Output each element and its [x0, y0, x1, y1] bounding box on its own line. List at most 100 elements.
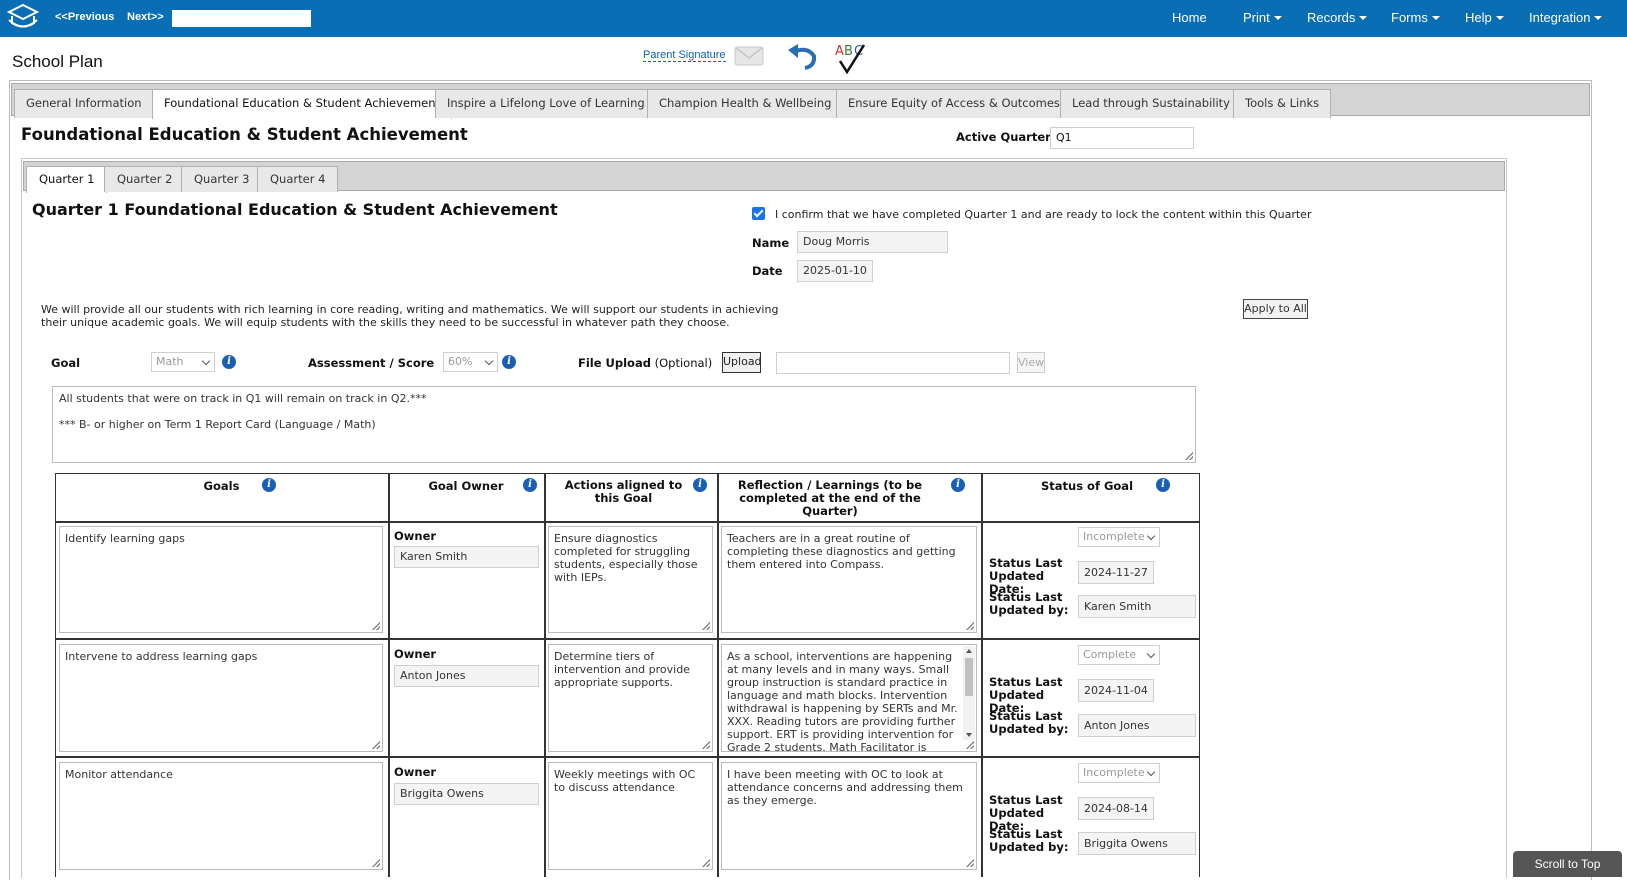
info-icon[interactable]: i [1156, 478, 1170, 492]
status-select[interactable]: Incomplete [1078, 763, 1160, 783]
actions-cell[interactable]: Determine tiers of intervention and prov… [548, 644, 713, 752]
table-divider [544, 473, 546, 877]
goal-select[interactable]: Math [151, 352, 215, 372]
confirm-checkbox[interactable] [752, 207, 765, 220]
chevron-down-icon [1594, 16, 1603, 20]
status-date-field[interactable]: 2024-11-27 [1078, 561, 1154, 584]
view-button[interactable]: View [1017, 352, 1045, 373]
tab-ensure-equity[interactable]: Ensure Equity of Access & Outcomes [836, 89, 1072, 118]
chevron-down-icon [484, 356, 494, 366]
previous-link[interactable]: <<Previous [55, 11, 114, 23]
quarter-title: Quarter 1 Foundational Education & Stude… [32, 200, 558, 219]
file-upload-label: File Upload (Optional) [578, 356, 713, 370]
scroll-up-icon[interactable] [966, 649, 972, 653]
status-by-field[interactable]: Anton Jones [1078, 714, 1196, 737]
scroll-thumb[interactable] [965, 658, 973, 696]
tab-quarter-2[interactable]: Quarter 2 [104, 166, 186, 192]
actions-cell[interactable]: Ensure diagnostics completed for struggl… [548, 526, 713, 633]
app-logo-icon[interactable] [6, 3, 40, 33]
upload-button[interactable]: Upload [722, 352, 762, 373]
date-field[interactable]: 2025-01-10 [797, 260, 873, 282]
scroll-down-icon[interactable] [966, 733, 972, 737]
status-by-field[interactable]: Briggita Owens [1078, 832, 1196, 855]
active-quarter-label: Active Quarter [956, 130, 1051, 144]
reflection-cell[interactable]: As a school, interventions are happening… [721, 644, 977, 752]
header-reflection: Reflection / Learnings (to be completed … [737, 478, 923, 518]
reflection-cell[interactable]: I have been meeting with OC to look at a… [721, 762, 977, 870]
tab-inspire-learning[interactable]: Inspire a Lifelong Love of Learning [435, 89, 657, 118]
record-search-input[interactable] [172, 10, 311, 27]
resize-handle-icon[interactable] [372, 859, 380, 867]
owner-label: Owner [394, 647, 437, 661]
confirm-text: I confirm that we have completed Quarter… [775, 208, 1312, 221]
menu-help[interactable]: Help [1465, 10, 1504, 25]
info-icon[interactable]: i [523, 478, 537, 492]
envelope-icon[interactable] [734, 45, 764, 67]
menu-records[interactable]: Records [1307, 10, 1368, 25]
tab-lead-sustainability[interactable]: Lead through Sustainability [1060, 89, 1242, 118]
info-icon[interactable]: i [222, 355, 236, 369]
file-name-field[interactable] [776, 352, 1010, 374]
resize-handle-icon[interactable] [966, 859, 974, 867]
tab-tools-links[interactable]: Tools & Links [1233, 89, 1332, 118]
table-divider [717, 473, 719, 877]
resize-handle-icon[interactable] [702, 622, 710, 630]
tab-general-information[interactable]: General Information [14, 89, 154, 118]
goal-cell[interactable]: Intervene to address learning gaps [59, 644, 383, 752]
parent-signature-link[interactable]: Parent Signature [643, 49, 726, 62]
assessment-select[interactable]: 60% [443, 352, 498, 372]
resize-handle-icon[interactable] [702, 859, 710, 867]
owner-field[interactable]: Briggita Owens [394, 783, 539, 805]
status-by-field[interactable]: Karen Smith [1078, 595, 1196, 618]
tab-foundational-education[interactable]: Foundational Education & Student Achieve… [152, 89, 453, 119]
info-icon[interactable]: i [262, 478, 276, 492]
page-title: School Plan [12, 52, 103, 71]
resize-handle-icon[interactable] [966, 622, 974, 630]
active-quarter-field[interactable]: Q1 [1050, 127, 1194, 149]
table-divider [55, 638, 1200, 640]
tab-quarter-1[interactable]: Quarter 1 [26, 166, 108, 193]
svg-text:A: A [835, 44, 844, 59]
tab-quarter-3[interactable]: Quarter 3 [181, 166, 263, 192]
status-select[interactable]: Complete [1078, 645, 1160, 665]
table-divider [388, 473, 390, 877]
owner-field[interactable]: Anton Jones [394, 665, 539, 687]
actions-cell[interactable]: Weekly meetings with OC to discuss atten… [548, 762, 713, 870]
tab-champion-health[interactable]: Champion Health & Wellbeing [647, 89, 844, 118]
status-select[interactable]: Incomplete [1078, 527, 1160, 547]
resize-handle-icon[interactable] [1185, 452, 1193, 460]
resize-handle-icon[interactable] [372, 741, 380, 749]
status-by-label: Status Last Updated by: [989, 709, 1069, 736]
menu-forms[interactable]: Forms [1391, 10, 1440, 25]
apply-to-all-button[interactable]: Apply to All [1243, 299, 1308, 319]
section-title: Foundational Education & Student Achieve… [21, 125, 468, 144]
reflection-cell[interactable]: Teachers are in a great routine of compl… [721, 526, 977, 633]
menu-print[interactable]: Print [1243, 10, 1282, 25]
tab-quarter-4[interactable]: Quarter 4 [257, 166, 339, 192]
scrollbar[interactable] [963, 646, 975, 740]
undo-icon[interactable] [785, 42, 819, 72]
resize-handle-icon[interactable] [966, 741, 974, 749]
goal-cell[interactable]: Monitor attendance [59, 762, 383, 870]
info-icon[interactable]: i [502, 355, 516, 369]
goal-cell[interactable]: Identify learning gaps [59, 526, 383, 633]
goal-text-line: All students that were on track in Q1 wi… [59, 392, 427, 405]
info-icon[interactable]: i [951, 478, 965, 492]
status-date-field[interactable]: 2024-08-14 [1078, 797, 1154, 820]
resize-handle-icon[interactable] [702, 741, 710, 749]
owner-field[interactable]: Karen Smith [394, 546, 539, 568]
goal-label: Goal [51, 356, 81, 370]
next-link[interactable]: Next>> [127, 11, 164, 23]
resize-handle-icon[interactable] [372, 622, 380, 630]
name-field[interactable]: Doug Morris [797, 231, 948, 253]
status-by-label: Status Last Updated by: [989, 590, 1069, 617]
table-divider [981, 473, 983, 877]
scroll-to-top-button[interactable]: Scroll to Top [1513, 851, 1622, 877]
table-divider [55, 756, 1200, 758]
status-date-field[interactable]: 2024-11-04 [1078, 679, 1154, 702]
menu-home[interactable]: Home [1172, 10, 1207, 25]
goal-textarea[interactable]: All students that were on track in Q1 wi… [52, 386, 1196, 463]
menu-integration[interactable]: Integration [1529, 10, 1603, 25]
info-icon[interactable]: i [693, 478, 707, 492]
spellcheck-icon[interactable]: A B C [834, 41, 870, 75]
